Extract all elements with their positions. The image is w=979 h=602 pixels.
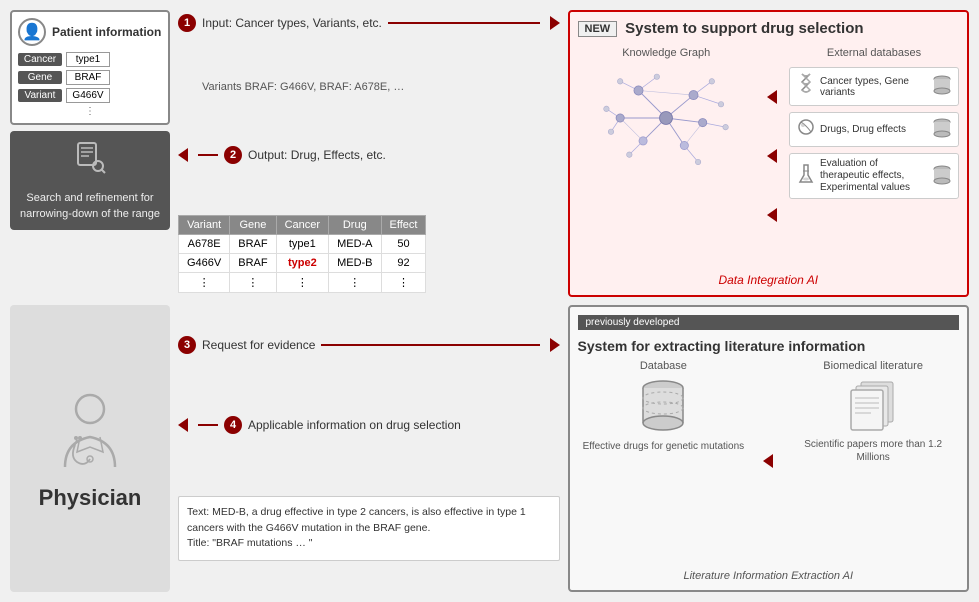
prev-system-title: System for extracting literature informa… xyxy=(578,338,960,354)
new-system-title: System to support drug selection xyxy=(625,20,863,37)
variant-label: Variant xyxy=(18,89,62,102)
table-row: G466V BRAF type2 MED-B 92 xyxy=(179,254,426,273)
cell-dots: ⋮ xyxy=(329,273,381,293)
pill-icon xyxy=(796,117,816,142)
biomedical-area: Biomedical literature xyxy=(787,360,959,562)
cell-dots: ⋮ xyxy=(381,273,426,293)
cylinder-icon-3 xyxy=(932,164,952,186)
new-system-content: Knowledge Graph xyxy=(578,47,960,265)
evidence-body: Text: MED-B, a drug effective in type 2 … xyxy=(187,506,526,534)
patient-gene-row: Gene BRAF xyxy=(18,70,162,85)
variants-text: Variants BRAF: G466V, BRAF: A678E, … xyxy=(178,81,560,93)
db-drugs-text: Drugs, Drug effects xyxy=(820,124,906,135)
cancer-value: type1 xyxy=(66,52,110,67)
db-eval-text: Evaluation of therapeutic effects, Exper… xyxy=(820,158,928,194)
arrow-db1-icon xyxy=(767,90,777,104)
step4-badge: 4 xyxy=(224,416,242,434)
cell-dots: ⋮ xyxy=(230,273,276,293)
prev-badge: previously developed xyxy=(578,315,960,330)
gene-label: Gene xyxy=(18,71,62,84)
col-cancer: Cancer xyxy=(276,216,328,235)
cell-dots: ⋮ xyxy=(179,273,230,293)
patient-variant-row: Variant G466V xyxy=(18,88,162,103)
step1-badge: 1 xyxy=(178,14,196,32)
col-variant: Variant xyxy=(179,216,230,235)
new-badge: NEW xyxy=(578,21,618,37)
arrow-db3-icon xyxy=(767,208,777,222)
new-system-header: NEW System to support drug selection xyxy=(578,20,960,37)
database-area: Database Effective drugs for genetic mut… xyxy=(578,360,750,562)
cell-gene: BRAF xyxy=(230,235,276,254)
col-effect: Effect xyxy=(381,216,426,235)
data-integration-label: Data Integration AI xyxy=(578,273,960,287)
database-label: Database xyxy=(640,360,687,372)
cell-cancer: type1 xyxy=(276,235,328,254)
step3-label: Request for evidence xyxy=(202,338,315,352)
cell-drug: MED-A xyxy=(329,235,381,254)
search-label: Search and refinement for narrowing-down… xyxy=(16,191,164,222)
db-item-drugs: Drugs, Drug effects xyxy=(789,112,959,147)
output-table: Variant Gene Cancer Drug Effect A678E BR… xyxy=(178,215,426,293)
new-system-panel: NEW System to support drug selection Kno… xyxy=(568,10,970,297)
patient-avatar-icon: 👤 xyxy=(18,18,46,46)
dna-icon xyxy=(796,72,816,101)
step2-label: Output: Drug, Effects, etc. xyxy=(248,148,386,162)
top-middle: 1 Input: Cancer types, Variants, etc. Va… xyxy=(178,10,560,297)
evidence-text-box: Text: MED-B, a drug effective in type 2 … xyxy=(178,496,560,561)
patient-header: 👤 Patient information xyxy=(18,18,162,46)
database-desc: Effective drugs for genetic mutations xyxy=(583,440,745,453)
prev-system-content: Database Effective drugs for genetic mut… xyxy=(578,360,960,562)
database-cylinder-svg xyxy=(636,376,691,436)
search-icon xyxy=(72,139,108,185)
ext-db-title: External databases xyxy=(789,47,959,59)
flask-icon xyxy=(796,163,816,190)
physician-panel: Physician xyxy=(10,305,170,592)
patient-dots: ⋮ xyxy=(18,106,162,117)
kg-label: Knowledge Graph xyxy=(622,47,710,59)
arrow-left-icon xyxy=(763,454,773,468)
step2-badge: 2 xyxy=(224,146,242,164)
cell-gene: BRAF xyxy=(230,254,276,273)
variant-value: G466V xyxy=(66,88,110,103)
arrow-db2-icon xyxy=(767,149,777,163)
external-db-area: External databases Cancer types, Gene va… xyxy=(789,47,959,265)
step1-label: Input: Cancer types, Variants, etc. xyxy=(202,16,382,30)
knowledge-graph-area: Knowledge Graph xyxy=(578,47,756,265)
table-row: ⋮ ⋮ ⋮ ⋮ ⋮ xyxy=(179,273,426,293)
document-svg xyxy=(846,376,901,434)
biomedical-label: Biomedical literature xyxy=(823,360,923,372)
patient-info-box: 👤 Patient information Cancer type1 Gene … xyxy=(10,10,170,125)
cell-effect: 92 xyxy=(381,254,426,273)
gene-value: BRAF xyxy=(66,70,110,85)
cancer-label: Cancer xyxy=(18,53,62,66)
search-box[interactable]: Search and refinement for narrowing-down… xyxy=(10,131,170,230)
cell-drug: MED-B xyxy=(329,254,381,273)
col-drug: Drug xyxy=(329,216,381,235)
evidence-title: Title: "BRAF mutations … " xyxy=(187,537,313,549)
table-row: A678E BRAF type1 MED-A 50 xyxy=(179,235,426,254)
db-item-eval: Evaluation of therapeutic effects, Exper… xyxy=(789,153,959,199)
col-gene: Gene xyxy=(230,216,276,235)
cylinder-icon-1 xyxy=(932,74,952,96)
patient-title: Patient information xyxy=(52,25,161,39)
prev-system-panel: previously developed System for extracti… xyxy=(568,305,970,592)
bottom-middle: 3 Request for evidence 4 Applicable info… xyxy=(178,305,560,592)
cell-variant: A678E xyxy=(179,235,230,254)
patient-cancer-row: Cancer type1 xyxy=(18,52,162,67)
cell-cancer-red: type2 xyxy=(276,254,328,273)
cell-variant: G466V xyxy=(179,254,230,273)
physician-label: Physician xyxy=(39,485,142,511)
lit-info-label: Literature Information Extraction AI xyxy=(578,570,960,582)
cylinder-icon-2 xyxy=(932,117,952,139)
step4-label: Applicable information on drug selection xyxy=(248,418,461,432)
cell-effect: 50 xyxy=(381,235,426,254)
db-item-cancer: Cancer types, Gene variants xyxy=(789,67,959,106)
db-cancer-text: Cancer types, Gene variants xyxy=(820,76,928,98)
knowledge-graph-svg xyxy=(591,63,741,173)
physician-figure-svg xyxy=(45,387,135,477)
cell-dots: ⋮ xyxy=(276,273,328,293)
step3-badge: 3 xyxy=(178,336,196,354)
biomedical-desc: Scientific papers more than 1.2 Millions xyxy=(787,438,959,464)
